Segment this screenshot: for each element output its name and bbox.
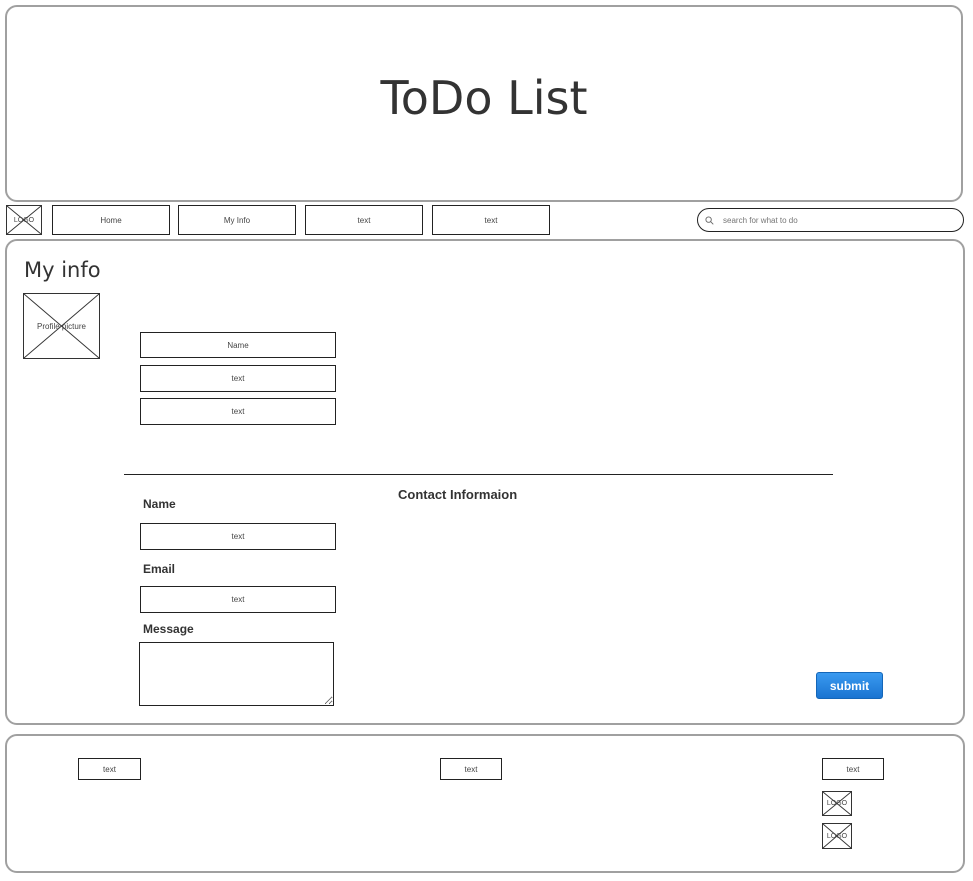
nav-item-3[interactable]: text [305,205,423,235]
search-bar[interactable] [697,208,964,232]
nav-item-my-info[interactable]: My Info [178,205,296,235]
info-field-3[interactable]: text [140,398,336,425]
info-field-name[interactable]: Name [140,332,336,358]
nav-item-4[interactable]: text [432,205,550,235]
footer-logo-2[interactable]: LOGO [822,823,852,849]
nav-logo-label: LOGO [13,216,35,224]
profile-picture-label: Profile picture [37,321,86,331]
message-label: Message [143,622,194,636]
footer-link-1[interactable]: text [78,758,141,780]
footer-link-2[interactable]: text [440,758,502,780]
submit-button[interactable]: submit [816,672,883,699]
header-panel: ToDo List [5,5,963,202]
footer-logo-1-label: LOGO [826,800,848,807]
info-field-2[interactable]: text [140,365,336,392]
footer-logo-1[interactable]: LOGO [822,791,852,816]
page-title: ToDo List [380,71,588,125]
footer-logo-2-label: LOGO [826,832,848,840]
contact-heading: Contact Informaion [398,487,518,502]
search-icon [705,216,714,225]
nav-item-home[interactable]: Home [52,205,170,235]
profile-picture[interactable]: Profile picture [23,293,100,359]
contact-email-field[interactable]: text [140,586,336,613]
name-label: Name [143,497,176,511]
contact-name-field[interactable]: text [140,523,336,550]
email-label: Email [143,562,176,576]
search-input[interactable] [723,212,948,228]
section-divider [124,474,833,475]
footer-link-3[interactable]: text [822,758,884,780]
message-textarea[interactable] [139,642,334,706]
section-heading-my-info: My info [24,258,101,282]
nav-logo[interactable]: LOGO [6,205,42,235]
footer-panel [5,734,965,873]
